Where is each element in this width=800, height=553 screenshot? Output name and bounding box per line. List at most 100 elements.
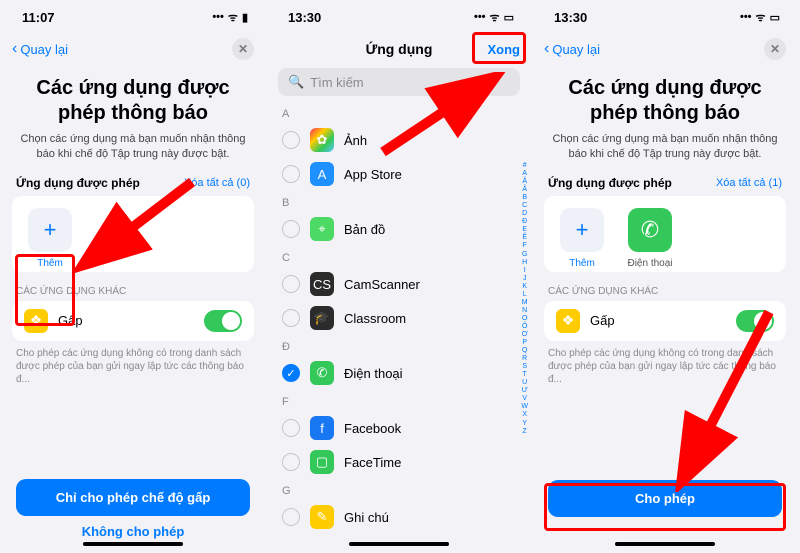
checkbox[interactable] <box>282 419 300 437</box>
app-label: Facebook <box>344 421 401 436</box>
close-button[interactable]: ✕ <box>764 38 786 60</box>
app-icon: f <box>310 416 334 440</box>
back-button[interactable]: ‹ Quay lại <box>544 40 600 58</box>
page-title: Các ứng dụng được phép thông báo <box>2 66 264 128</box>
app-icon: ⌖ <box>310 217 334 241</box>
battery-icon: ▮ <box>242 11 248 24</box>
screen-1: 11:07 ••• ᯤ ▮ ‹ Quay lại ✕ Các ứng dụng … <box>2 2 264 549</box>
app-row[interactable]: ⌖ Bản đồ <box>268 212 530 246</box>
app-list[interactable]: A✿ẢnhAApp StoreB⌖Bản đồCCSCamScanner🎓Cla… <box>268 102 530 549</box>
app-row[interactable]: ▢ FaceTime <box>268 445 530 479</box>
urgent-label: Gấp <box>58 313 194 328</box>
page-subtitle: Chọn các ứng dụng mà bạn muốn nhận thông… <box>2 128 264 176</box>
allowed-section-header: Ứng dụng được phép Xóa tất cả (1) <box>534 176 796 196</box>
wifi-icon: ᯤ <box>490 10 500 25</box>
urgent-toggle[interactable] <box>204 310 242 332</box>
app-row[interactable]: f Facebook <box>268 411 530 445</box>
done-button[interactable]: Xong <box>470 42 520 57</box>
section-letter: C <box>268 246 530 267</box>
allowed-apps-card: + Thêm <box>12 196 254 272</box>
status-time: 13:30 <box>554 10 587 25</box>
app-label: CamScanner <box>344 277 420 292</box>
other-apps-header: CÁC ỨNG DỤNG KHÁC <box>534 272 796 301</box>
urgent-row: ❖ Gấp <box>544 301 786 341</box>
checkbox[interactable] <box>282 453 300 471</box>
app-row[interactable]: A App Store <box>268 157 530 191</box>
secondary-button[interactable]: Không cho phép <box>82 524 185 539</box>
index-bar[interactable]: #AĂÂBCDĐEÊFGHIJKLMNOÔƠPQRSTUƯVWXYZ <box>521 162 528 539</box>
clear-all-button[interactable]: Xóa tất cả (0) <box>184 177 250 189</box>
app-row[interactable]: 🎓Classroom <box>268 301 530 335</box>
status-bar: 11:07 ••• ᯤ ▮ <box>2 2 264 32</box>
checkbox[interactable] <box>282 165 300 183</box>
app-icon: CS <box>310 272 334 296</box>
home-indicator <box>349 542 449 546</box>
urgent-toggle[interactable] <box>736 310 774 332</box>
plus-icon: + <box>560 208 604 252</box>
clear-all-button[interactable]: Xóa tất cả (1) <box>716 177 782 189</box>
status-icons: ••• ᯤ ▮ <box>212 10 248 25</box>
section-letter: F <box>268 390 530 411</box>
back-button[interactable]: ‹ Quay lại <box>12 40 68 58</box>
app-label: App Store <box>344 167 402 182</box>
section-letter: A <box>268 102 530 123</box>
plus-icon: + <box>28 208 72 252</box>
add-app-tile[interactable]: + Thêm <box>24 208 76 269</box>
back-label: Quay lại <box>552 42 600 57</box>
close-icon: ✕ <box>770 42 780 56</box>
home-indicator <box>615 542 715 546</box>
phone-label: Điện thoại <box>627 258 672 269</box>
primary-button[interactable]: Cho phép <box>548 480 782 517</box>
back-label: Quay lại <box>20 42 68 57</box>
allowed-label: Ứng dụng được phép <box>16 176 140 190</box>
app-row[interactable]: ✿Ảnh <box>268 123 530 157</box>
app-icon: ▢ <box>310 450 334 474</box>
search-icon: 🔍 <box>288 74 304 90</box>
footnote: Cho phép các ứng dụng không có trong dan… <box>2 341 264 392</box>
primary-button[interactable]: Chỉ cho phép chế độ gấp <box>16 479 250 516</box>
search-placeholder: Tìm kiếm <box>310 75 363 90</box>
home-indicator <box>83 542 183 546</box>
checkbox[interactable] <box>282 131 300 149</box>
chevron-left-icon: ‹ <box>544 40 549 58</box>
app-label: Classroom <box>344 311 406 326</box>
app-icon: ✎ <box>310 505 334 529</box>
status-icons: ••• ᯤ ▭ <box>474 10 514 25</box>
app-label: FaceTime <box>344 455 401 470</box>
battery-icon: ▭ <box>504 11 514 24</box>
close-button[interactable]: ✕ <box>232 38 254 60</box>
app-label: Điện thoại <box>344 366 403 381</box>
checkbox[interactable] <box>282 508 300 526</box>
app-label: Bản đồ <box>344 222 385 237</box>
wifi-icon: ᯤ <box>756 10 766 25</box>
checkbox[interactable] <box>282 275 300 293</box>
status-icons: ••• ᯤ ▭ <box>740 10 780 25</box>
page-title: Các ứng dụng được phép thông báo <box>534 66 796 128</box>
search-field[interactable]: 🔍 Tìm kiếm <box>278 68 520 96</box>
checkbox[interactable] <box>282 309 300 327</box>
urgent-icon: ❖ <box>24 309 48 333</box>
allowed-label: Ứng dụng được phép <box>548 176 672 190</box>
nav-bar: ‹ Quay lại ✕ <box>534 32 796 66</box>
checkbox[interactable]: ✓ <box>282 364 300 382</box>
app-row[interactable]: ✓✆Điện thoại <box>268 356 530 390</box>
screen-3: 13:30 ••• ᯤ ▭ ‹ Quay lại ✕ Các ứng dụng … <box>534 2 796 549</box>
allowed-apps-card: + Thêm ✆ Điện thoại <box>544 196 786 272</box>
urgent-row: ❖ Gấp <box>12 301 254 341</box>
phone-icon: ✆ <box>628 208 672 252</box>
add-app-tile[interactable]: + Thêm <box>556 208 608 269</box>
bottom-area: Chỉ cho phép chế độ gấp Không cho phép <box>2 471 264 549</box>
status-bar: 13:30 ••• ᯤ ▭ <box>534 2 796 32</box>
status-time: 11:07 <box>22 10 55 25</box>
section-letter: Đ <box>268 335 530 356</box>
urgent-icon: ❖ <box>556 309 580 333</box>
app-row[interactable]: ✎Ghi chú <box>268 500 530 534</box>
done-label: Xong <box>487 42 520 57</box>
app-icon: A <box>310 162 334 186</box>
app-row[interactable]: CS CamScanner <box>268 267 530 301</box>
checkbox[interactable] <box>282 220 300 238</box>
add-label: Thêm <box>569 258 595 269</box>
page-subtitle: Chọn các ứng dụng mà bạn muốn nhận thông… <box>534 128 796 176</box>
allowed-app-phone[interactable]: ✆ Điện thoại <box>624 208 676 269</box>
section-letter: B <box>268 191 530 212</box>
